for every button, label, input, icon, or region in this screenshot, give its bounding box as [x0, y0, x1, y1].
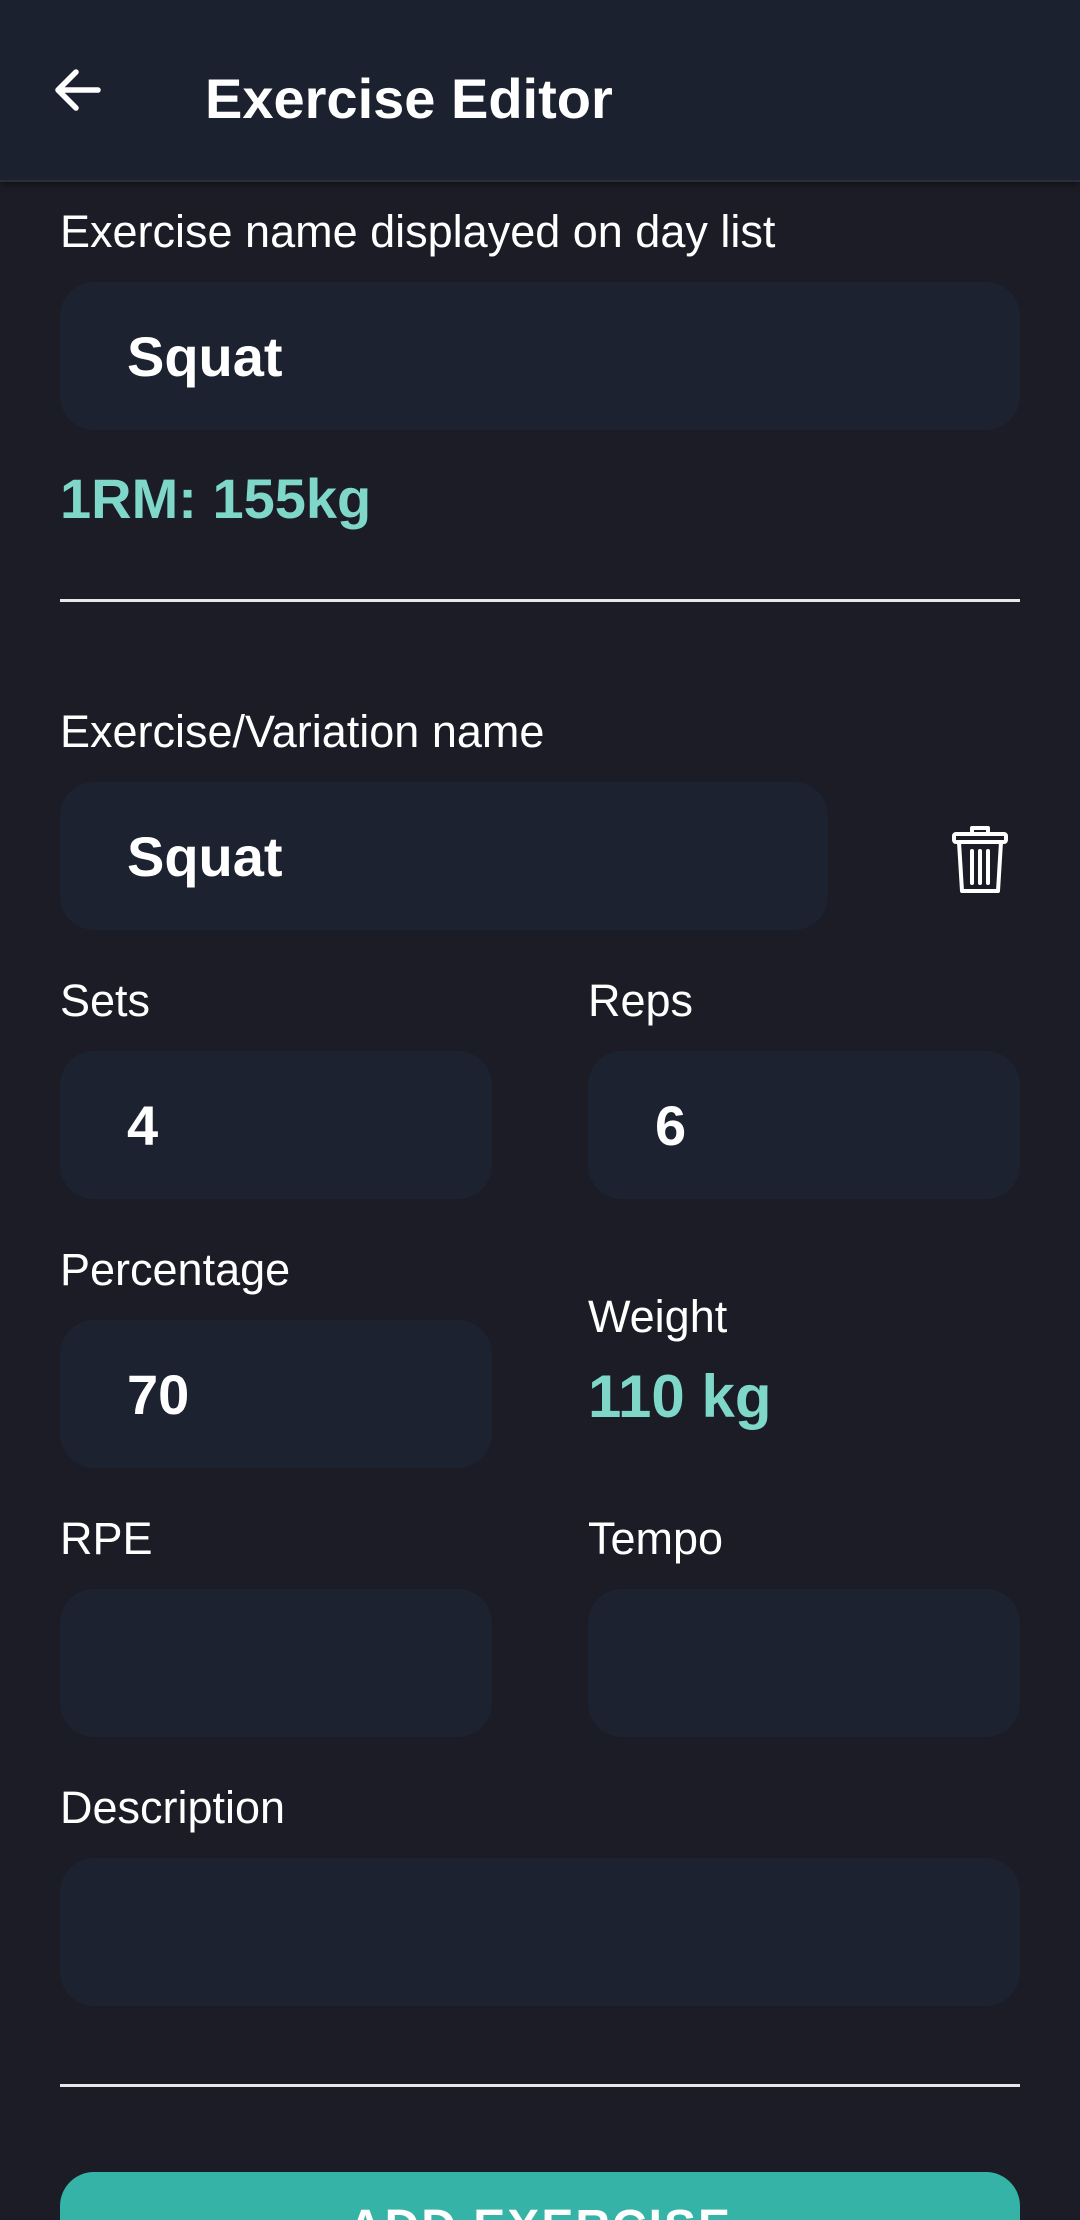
tempo-label: Tempo [588, 1513, 724, 1564]
sets-field[interactable]: 4 [60, 1051, 492, 1199]
reps-field[interactable]: 6 [588, 1051, 1020, 1199]
arrow-left-icon [55, 69, 101, 111]
percentage-field[interactable]: 70 [60, 1320, 492, 1468]
trash-icon [952, 826, 1008, 893]
delete-variation-button[interactable] [940, 810, 1020, 910]
variation-name-field[interactable]: Squat [60, 782, 828, 930]
description-label: Description [60, 1782, 286, 1833]
one-rm-text: 1RM: 155kg [60, 467, 372, 530]
back-button[interactable] [38, 50, 118, 130]
page-title: Exercise Editor [205, 67, 613, 130]
add-exercise-button[interactable]: ADD EXERCISE [60, 2172, 1020, 2220]
display-name-label: Exercise name displayed on day list [60, 206, 776, 257]
sets-label: Sets [60, 975, 151, 1026]
variation-name-value: Squat [127, 824, 283, 888]
reps-label: Reps [588, 975, 694, 1026]
display-name-field[interactable]: Squat [60, 282, 1020, 430]
exercise-editor-screen: Exercise Editor Exercise name displayed … [0, 0, 1080, 2220]
reps-value: 6 [655, 1093, 687, 1157]
divider [60, 599, 1020, 602]
weight-value: 110 kg [588, 1363, 772, 1430]
percentage-value: 70 [127, 1362, 190, 1426]
divider [60, 2084, 1020, 2087]
rpe-label: RPE [60, 1513, 153, 1564]
app-bar: Exercise Editor [0, 0, 1080, 182]
sets-value: 4 [127, 1093, 159, 1157]
rpe-field[interactable] [60, 1589, 492, 1737]
weight-label: Weight [588, 1291, 728, 1342]
description-field[interactable] [60, 1858, 1020, 2006]
tempo-field[interactable] [588, 1589, 1020, 1737]
display-name-value: Squat [127, 324, 283, 388]
percentage-label: Percentage [60, 1244, 291, 1295]
variation-name-label: Exercise/Variation name [60, 706, 545, 757]
